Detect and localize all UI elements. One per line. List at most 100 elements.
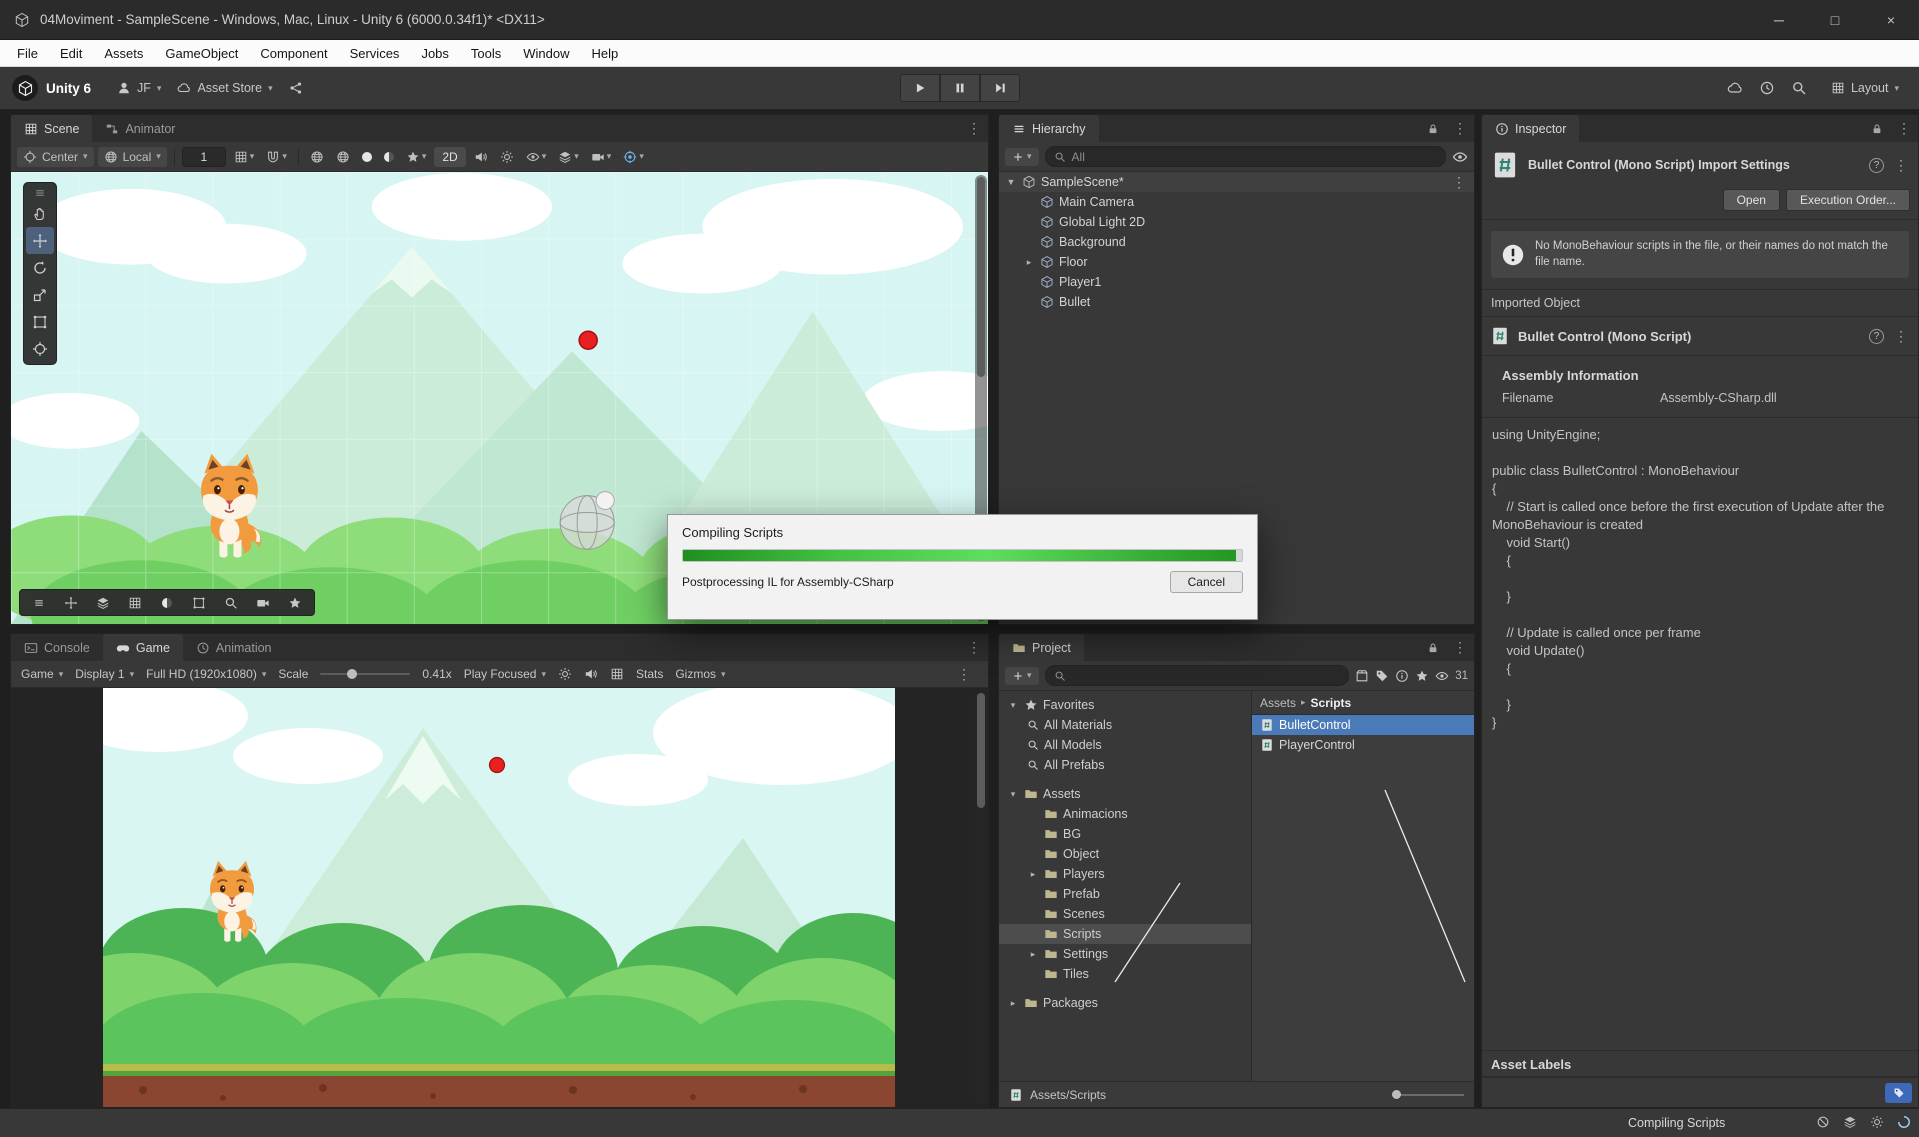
favorites-star-icon[interactable] <box>1415 669 1429 683</box>
tree-folder-bg[interactable]: BG <box>999 824 1251 844</box>
overlay-shading-button[interactable] <box>152 591 182 614</box>
tree-all-materials[interactable]: All Materials <box>999 715 1251 735</box>
menu-file[interactable]: File <box>6 40 49 67</box>
tree-folder-players[interactable]: ▸ Players <box>999 864 1251 884</box>
overlay-grid-button[interactable] <box>120 591 150 614</box>
lock-icon[interactable] <box>1420 115 1446 142</box>
lock-icon[interactable] <box>1864 115 1890 142</box>
menu-tools[interactable]: Tools <box>460 40 512 67</box>
tree-folder-prefab[interactable]: Prefab <box>999 884 1251 904</box>
vsync-sun-icon[interactable] <box>558 667 572 681</box>
menu-gameobject[interactable]: GameObject <box>154 40 249 67</box>
menu-component[interactable]: Component <box>249 40 338 67</box>
gizmos-dropdown[interactable]: Gizmos▾ <box>675 667 725 681</box>
camera-settings-dropdown[interactable]: ▾ <box>587 147 616 167</box>
menu-edit[interactable]: Edit <box>49 40 93 67</box>
display-dropdown[interactable]: Display 1▾ <box>75 667 134 681</box>
component-menu-icon[interactable]: ⋮ <box>1892 328 1910 345</box>
scene-lighting-toggle[interactable] <box>496 147 518 167</box>
tree-folder-animacions[interactable]: Animacions <box>999 804 1251 824</box>
grid-size-input[interactable]: 1 <box>182 147 226 167</box>
hierarchy-add-button[interactable]: ▾ <box>1005 148 1039 166</box>
snap-settings-dropdown[interactable]: ▾ <box>262 147 291 167</box>
tag-icon[interactable] <box>1375 669 1389 683</box>
game-viewport[interactable] <box>11 688 988 1107</box>
panel-menu-icon[interactable]: ⋮ <box>1890 115 1918 142</box>
scale-slider-knob[interactable] <box>347 669 357 679</box>
tree-folder-settings[interactable]: ▸ Settings <box>999 944 1251 964</box>
project-add-button[interactable]: ▾ <box>1005 667 1039 685</box>
scene-options-icon[interactable]: ⋮ <box>1450 174 1474 191</box>
search-icon[interactable] <box>1791 80 1807 96</box>
2d-mode-toggle[interactable]: 2D <box>434 147 465 167</box>
caret-collapsed-icon[interactable]: ▸ <box>1023 257 1035 268</box>
scene-shadow-toggle[interactable] <box>380 149 398 165</box>
overlay-effects-button[interactable] <box>280 591 310 614</box>
scene-picking-icon[interactable] <box>1452 149 1468 165</box>
file-playercontrol[interactable]: PlayerControl <box>1252 735 1474 755</box>
tab-console[interactable]: Console <box>11 634 103 661</box>
tree-all-prefabs[interactable]: All Prefabs <box>999 755 1251 775</box>
tab-project[interactable]: Project <box>999 634 1084 661</box>
scale-tool[interactable] <box>26 281 54 308</box>
rect-tool[interactable] <box>26 308 54 335</box>
mute-audio-icon[interactable] <box>584 667 598 681</box>
caret-expanded-icon[interactable]: ▼ <box>1005 177 1017 187</box>
tab-animator[interactable]: Animator <box>92 115 188 142</box>
caret-expanded-icon[interactable]: ▾ <box>1007 789 1019 800</box>
undo-history-icon[interactable] <box>1759 80 1775 96</box>
eye-icon[interactable] <box>1435 669 1449 683</box>
grid-visibility-dropdown[interactable]: ▾ <box>230 147 259 167</box>
resolution-dropdown[interactable]: Full HD (1920x1080)▾ <box>146 667 266 681</box>
tree-folder-scenes[interactable]: Scenes <box>999 904 1251 924</box>
asset-store-dropdown[interactable]: Asset Store▾ <box>169 77 280 99</box>
help-icon[interactable]: ? <box>1869 329 1884 344</box>
overlay-search-button[interactable] <box>216 591 246 614</box>
effects-dropdown[interactable]: ▾ <box>402 147 431 167</box>
menu-assets[interactable]: Assets <box>93 40 154 67</box>
menu-help[interactable]: Help <box>581 40 630 67</box>
execution-order-button[interactable]: Execution Order... <box>1786 189 1910 211</box>
tree-assets-root[interactable]: ▾ Assets <box>999 784 1251 804</box>
tab-hierarchy[interactable]: Hierarchy <box>999 115 1099 142</box>
caret-collapsed-icon[interactable]: ▸ <box>1027 949 1039 960</box>
hierarchy-item-global-light-2d[interactable]: Global Light 2D <box>999 212 1474 232</box>
hierarchy-scene-root[interactable]: ▼ SampleScene* ⋮ <box>999 172 1474 192</box>
thumbnail-size-slider[interactable] <box>1392 1094 1464 1096</box>
panel-menu-icon[interactable]: ⋮ <box>950 666 978 683</box>
scale-slider[interactable] <box>320 673 410 675</box>
panel-menu-icon[interactable]: ⋮ <box>1446 115 1474 142</box>
close-button[interactable]: × <box>1863 0 1919 39</box>
menu-jobs[interactable]: Jobs <box>410 40 459 67</box>
rotate-tool[interactable] <box>26 254 54 281</box>
breadcrumb-assets[interactable]: Assets <box>1260 696 1296 710</box>
progress-spinner-icon[interactable] <box>1897 1115 1911 1129</box>
hierarchy-item-background[interactable]: Background <box>999 232 1474 252</box>
thumbnail-size-knob[interactable] <box>1392 1090 1401 1099</box>
lock-icon[interactable] <box>1420 634 1446 661</box>
component-menu-icon[interactable]: ⋮ <box>1892 157 1910 174</box>
open-button[interactable]: Open <box>1723 189 1780 211</box>
scene-visibility-dropdown[interactable]: ▾ <box>522 147 551 167</box>
view-hand-tool[interactable] <box>26 200 54 227</box>
hierarchy-item-floor[interactable]: ▸ Floor <box>999 252 1474 272</box>
game-vertical-scrollbar[interactable] <box>975 691 987 1104</box>
tree-folder-scripts[interactable]: Scripts <box>999 924 1251 944</box>
layers-dropdown[interactable]: ▾ <box>554 147 583 167</box>
hierarchy-item-bullet[interactable]: Bullet <box>999 292 1474 312</box>
help-icon[interactable]: ? <box>1869 158 1884 173</box>
gizmos-dropdown[interactable]: ▾ <box>619 147 648 167</box>
tool-handle-position-dropdown[interactable]: Center▾ <box>17 147 94 167</box>
shading-mode-button[interactable] <box>332 147 354 167</box>
hierarchy-item-main-camera[interactable]: Main Camera <box>999 192 1474 212</box>
tree-packages-root[interactable]: ▸ Packages <box>999 993 1251 1013</box>
overlay-camera-button[interactable] <box>248 591 278 614</box>
asset-label-tag-button[interactable] <box>1885 1083 1912 1103</box>
overlay-move-button[interactable] <box>56 591 86 614</box>
cloud-services-icon[interactable] <box>1727 80 1743 96</box>
hierarchy-search-input[interactable]: All <box>1045 146 1446 167</box>
tool-strip-grip[interactable] <box>26 185 54 200</box>
tab-inspector[interactable]: Inspector <box>1482 115 1579 142</box>
overlay-layers-button[interactable] <box>88 591 118 614</box>
maximize-button[interactable]: □ <box>1807 0 1863 39</box>
